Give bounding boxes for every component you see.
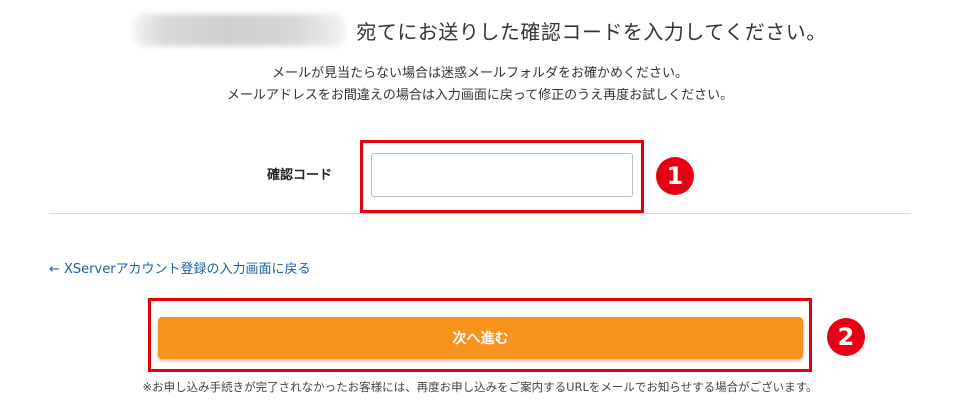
heading-row: 宛てにお送りした確認コードを入力してください。 — [0, 14, 960, 50]
divider — [49, 213, 911, 214]
blurred-email-address — [133, 14, 346, 46]
next-button[interactable]: 次へ進む — [158, 317, 803, 359]
confirmation-code-row: 確認コード 1 — [0, 140, 960, 214]
back-to-registration-link[interactable]: ← XServerアカウント登録の入力画面に戻る — [49, 258, 311, 277]
footnote-text: ※お申し込み手続きが完了されなかったお客様には、再度お申し込みをご案内するURL… — [142, 380, 818, 394]
note-line-1: メールが見当たらない場合は迷惑メールフォルダをお確かめください。 — [271, 66, 688, 81]
step-badge-2: 2 — [827, 318, 865, 356]
instruction-notes: メールが見当たらない場合は迷惑メールフォルダをお確かめください。 メールアドレス… — [0, 63, 960, 107]
note-line-2: メールアドレスをお間違えの場合は入力画面に戻って修正のうえ再度お試しください。 — [226, 88, 734, 103]
confirmation-code-input[interactable] — [371, 153, 633, 197]
confirmation-code-page: 宛てにお送りした確認コードを入力してください。 メールが見当たらない場合は迷惑メ… — [0, 0, 960, 413]
page-heading: 宛てにお送りした確認コードを入力してください。 — [356, 19, 827, 44]
step-badge-1: 1 — [656, 157, 694, 195]
confirmation-code-label: 確認コード — [267, 168, 333, 183]
